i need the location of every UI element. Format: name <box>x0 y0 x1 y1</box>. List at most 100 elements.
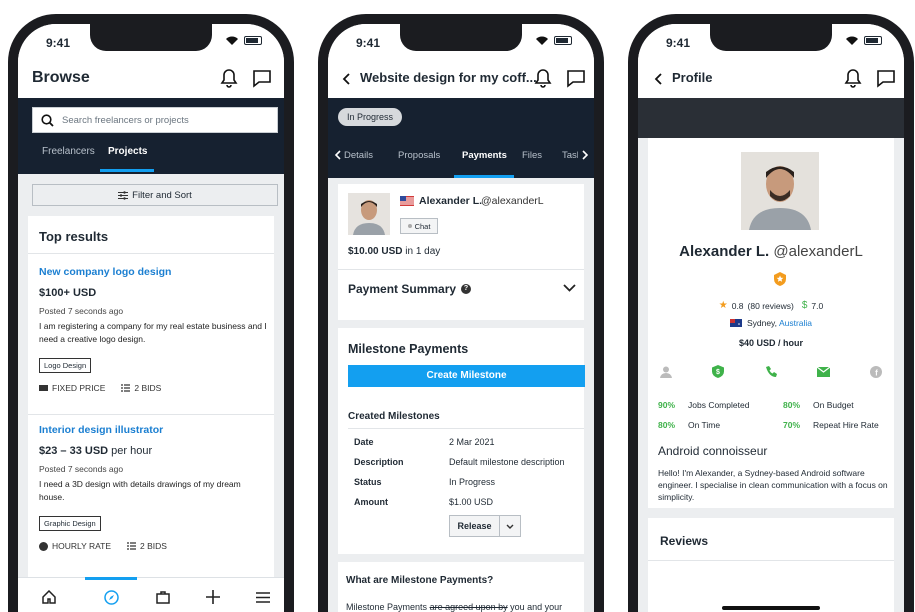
stat-percent: 80% <box>783 400 801 410</box>
clock-icon <box>39 541 48 551</box>
bids-icon <box>121 384 131 392</box>
project-card[interactable]: Interior design illustrator $23 – 33 USD… <box>39 424 267 551</box>
plus-icon[interactable] <box>204 588 222 606</box>
create-milestone-button[interactable]: Create Milestone <box>348 365 585 387</box>
online-dot-icon <box>407 224 412 228</box>
rating-row: ★ 0.8 (80 reviews) $ 7.0 <box>648 300 894 311</box>
battery-icon <box>554 36 572 45</box>
search-input[interactable]: Search freelancers or projects <box>32 107 278 133</box>
location-row: Sydney, Australia <box>648 318 894 328</box>
notch <box>710 24 832 51</box>
tab-proposals[interactable]: Proposals <box>398 150 440 161</box>
project-type: FIXED PRICE <box>52 383 106 393</box>
project-price: $23 – 33 USD <box>39 445 109 457</box>
back-icon[interactable] <box>654 73 662 85</box>
stats-grid: 90% Jobs Completed 80% On Budget 80% On Tim… <box>658 400 888 440</box>
milestones-card: Milestone Payments Create Milestone Crea… <box>338 328 585 554</box>
svg-text:$: $ <box>716 369 720 376</box>
tab-tasks[interactable]: Task <box>562 150 578 161</box>
browse-header: Browse <box>18 60 284 98</box>
project-description: I am registering a company for my real e… <box>39 321 267 344</box>
milestone-row: Status In Progress <box>354 477 495 487</box>
verified-badge-icon <box>774 272 786 286</box>
page-title: Website design for my coff... <box>360 70 537 85</box>
skill-tag[interactable]: Graphic Design <box>39 516 101 531</box>
page-title: Browse <box>32 69 90 86</box>
faq-text-c: you and your <box>510 602 563 612</box>
bell-icon[interactable] <box>220 68 238 88</box>
section-title: Top results <box>39 229 109 244</box>
created-milestones-heading: Created Milestones <box>348 411 440 422</box>
system-icons <box>226 36 262 45</box>
profile-tagline: Android connoisseur <box>658 444 768 458</box>
system-icons <box>536 36 572 45</box>
milestone-value: $1.00 USD <box>449 497 494 507</box>
stat-percent: 90% <box>658 400 676 410</box>
help-icon[interactable]: ? <box>461 284 472 294</box>
chevron-down-icon[interactable] <box>563 284 576 292</box>
earnings-score: 7.0 <box>811 300 824 311</box>
tabs-left-chevron-icon[interactable] <box>334 150 341 160</box>
faq-text-a: Milestone Payments <box>346 602 428 612</box>
chat-button[interactable]: Chat <box>400 218 438 234</box>
menu-icon[interactable] <box>254 588 272 606</box>
bids-icon <box>127 542 137 550</box>
message-icon[interactable] <box>252 68 272 88</box>
compass-icon[interactable] <box>102 588 120 606</box>
bid-card: Alexander L. @alexanderL Chat $10.00 USD… <box>338 184 584 320</box>
release-button[interactable]: Release <box>449 515 521 537</box>
avatar[interactable] <box>348 193 390 235</box>
bell-icon[interactable] <box>844 68 862 88</box>
hourly-rate: $40 USD / hour <box>738 338 803 348</box>
faq-title[interactable]: What are Milestone Payments? <box>346 575 493 586</box>
tab-projects[interactable]: Projects <box>108 146 147 157</box>
profile-bio: Hello! I'm Alexander, a Sydney-based And… <box>658 468 888 502</box>
skill-tag[interactable]: Logo Design <box>39 358 92 373</box>
location-city: Sydney, <box>746 318 778 328</box>
facebook-icon: f <box>870 365 882 378</box>
message-icon[interactable] <box>566 68 586 88</box>
profile-name: Alexander L. <box>679 243 770 260</box>
tab-freelancers[interactable]: Freelancers <box>42 146 95 157</box>
project-title[interactable]: Interior design illustrator <box>39 424 267 436</box>
tab-files[interactable]: Files <box>522 150 542 161</box>
tab-payments[interactable]: Payments <box>462 150 507 161</box>
payment-summary-toggle[interactable]: Payment Summary ? <box>348 282 576 296</box>
stat-label: Repeat Hire Rate <box>813 420 879 430</box>
milestone-row: Amount $1.00 USD <box>354 497 493 507</box>
rating-value: 0.8 <box>731 300 744 311</box>
stat-percent: 70% <box>783 420 801 430</box>
milestone-label: Description <box>354 457 404 467</box>
location-country[interactable]: Australia <box>779 318 812 328</box>
filter-sort-button[interactable]: Filter and Sort <box>32 184 278 206</box>
bell-icon[interactable] <box>534 68 552 88</box>
review-count[interactable]: (80 reviews) <box>748 301 794 311</box>
chat-label: Chat <box>414 221 431 231</box>
project-title[interactable]: New company logo design <box>39 266 267 278</box>
home-icon[interactable] <box>40 588 58 606</box>
filter-icon <box>118 190 129 200</box>
identity-icon <box>660 366 672 378</box>
tabs-right-chevron-icon[interactable] <box>582 150 589 160</box>
project-type: HOURLY RATE <box>52 541 112 551</box>
freelancer-handle: @alexanderL <box>481 195 544 207</box>
tab-details[interactable]: Details <box>344 150 373 161</box>
stat-label: On Budget <box>813 400 854 410</box>
profile-cover <box>638 98 904 138</box>
active-tab-indicator <box>454 175 514 178</box>
home-indicator <box>722 606 820 610</box>
stat-percent: 80% <box>658 420 676 430</box>
briefcase-icon[interactable] <box>154 588 172 606</box>
wifi-icon <box>846 36 858 45</box>
project-card[interactable]: New company logo design $100+ USD Posted… <box>39 266 267 393</box>
chevron-down-icon[interactable] <box>506 524 514 529</box>
freelancer-name[interactable]: Alexander L. <box>419 195 482 207</box>
phone-profile: 9:41 Profile Alexander L. @alexanderL ★ … <box>628 14 914 612</box>
project-screen: 9:41 Website design for my coff... In Pr… <box>328 24 594 612</box>
message-icon[interactable] <box>876 68 896 88</box>
project-description: I need a 3D design with details drawings… <box>39 479 241 502</box>
project-posted: Posted 7 seconds ago <box>39 306 124 316</box>
milestone-label: Date <box>354 437 374 447</box>
back-icon[interactable] <box>342 73 350 85</box>
bottom-nav <box>18 577 284 612</box>
